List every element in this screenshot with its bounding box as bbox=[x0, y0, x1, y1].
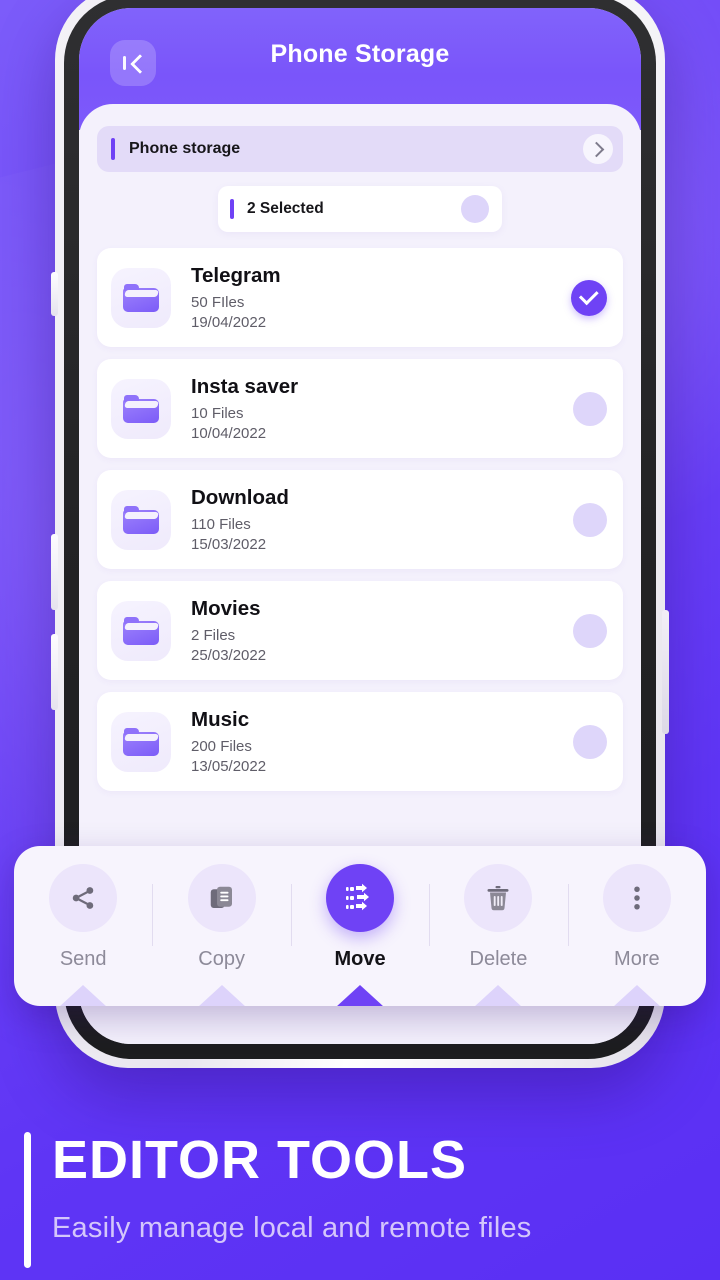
breadcrumb-label: Phone storage bbox=[129, 140, 241, 157]
selection-label: 2 Selected bbox=[247, 200, 324, 217]
folder-icon bbox=[111, 711, 171, 772]
file-name: Telegram bbox=[191, 264, 281, 288]
table-row[interactable]: Music 200 Files 13/05/2022 bbox=[97, 692, 623, 791]
share-icon-circle bbox=[49, 864, 118, 932]
phone-button-power bbox=[662, 610, 669, 734]
checkbox-unchecked[interactable] bbox=[573, 724, 607, 759]
file-date: 19/04/2022 bbox=[191, 313, 267, 331]
action-label: Delete bbox=[469, 948, 528, 970]
action-pointer bbox=[336, 985, 385, 1006]
checkbox-unchecked[interactable] bbox=[573, 613, 607, 648]
action-label: More bbox=[614, 948, 660, 970]
file-date: 15/03/2022 bbox=[191, 535, 267, 553]
copy-icon-circle bbox=[187, 864, 256, 932]
folder-icon bbox=[111, 378, 171, 439]
action-pointer bbox=[59, 985, 108, 1006]
breadcrumb[interactable]: Phone storage bbox=[97, 126, 623, 172]
file-name: Movies bbox=[191, 597, 261, 621]
action-send[interactable]: Send bbox=[14, 846, 152, 1006]
action-more[interactable]: More bbox=[567, 846, 706, 1006]
action-pointer bbox=[197, 985, 246, 1006]
file-count: 200 Files bbox=[191, 737, 252, 755]
file-count: 10 Files bbox=[191, 404, 244, 422]
file-name: Insta saver bbox=[191, 375, 299, 399]
move-arrows-icon-circle bbox=[326, 864, 395, 932]
copy-icon bbox=[210, 886, 232, 908]
file-date: 25/03/2022 bbox=[191, 646, 267, 664]
promo-title: EDITOR TOOLS bbox=[52, 1130, 468, 1190]
action-delete[interactable]: Delete bbox=[429, 846, 567, 1006]
folder-icon bbox=[111, 267, 171, 328]
table-row[interactable]: Download 110 Files 15/03/2022 bbox=[97, 470, 623, 569]
page-title: Phone Storage bbox=[270, 40, 450, 68]
action-pointer bbox=[474, 985, 523, 1006]
selection-summary[interactable]: 2 Selected bbox=[218, 186, 502, 232]
action-label: Send bbox=[59, 948, 107, 970]
move-arrows-icon bbox=[346, 883, 370, 911]
select-all-toggle[interactable] bbox=[461, 195, 489, 223]
action-label: Copy bbox=[198, 948, 245, 970]
trash-icon bbox=[487, 886, 509, 911]
action-copy[interactable]: Copy bbox=[152, 846, 290, 1006]
phone-button-volume-up bbox=[51, 534, 58, 610]
action-toolbar: Send Copy Move Delete More bbox=[14, 846, 706, 1006]
chevron-right-icon[interactable] bbox=[583, 134, 613, 164]
trash-icon-circle bbox=[464, 864, 533, 932]
table-row[interactable]: Insta saver 10 Files 10/04/2022 bbox=[97, 359, 623, 458]
file-count: 2 Files bbox=[191, 626, 236, 644]
file-name: Download bbox=[191, 486, 289, 510]
table-row[interactable]: Telegram 50 FIles 19/04/2022 bbox=[97, 248, 623, 347]
breadcrumb-accent-bar bbox=[111, 138, 115, 160]
action-label: Move bbox=[334, 948, 386, 970]
selection-accent-bar bbox=[230, 199, 234, 219]
promo-subtitle: Easily manage local and remote files bbox=[52, 1212, 532, 1244]
checkbox-unchecked[interactable] bbox=[573, 391, 607, 426]
folder-icon bbox=[111, 600, 171, 661]
file-date: 13/05/2022 bbox=[191, 757, 267, 775]
checkbox-checked[interactable] bbox=[571, 279, 607, 316]
file-list: Telegram 50 FIles 19/04/2022 Insta saver bbox=[97, 248, 623, 791]
phone-button-silent bbox=[51, 272, 58, 316]
table-row[interactable]: Movies 2 Files 25/03/2022 bbox=[97, 581, 623, 680]
promo-accent-bar bbox=[24, 1132, 31, 1268]
promo-section: EDITOR TOOLS Easily manage local and rem… bbox=[0, 1124, 720, 1280]
folder-icon bbox=[111, 489, 171, 550]
file-count: 50 FIles bbox=[191, 293, 245, 311]
more-vertical-icon-circle bbox=[602, 864, 671, 932]
file-count: 110 Files bbox=[191, 515, 251, 533]
phone-button-volume-down bbox=[51, 634, 58, 710]
checkbox-unchecked[interactable] bbox=[573, 502, 607, 537]
more-vertical-icon bbox=[634, 886, 640, 910]
action-pointer bbox=[612, 985, 661, 1006]
share-icon bbox=[72, 887, 94, 909]
action-move[interactable]: Move bbox=[290, 846, 429, 1006]
file-name: Music bbox=[191, 708, 250, 732]
file-date: 10/04/2022 bbox=[191, 424, 267, 442]
